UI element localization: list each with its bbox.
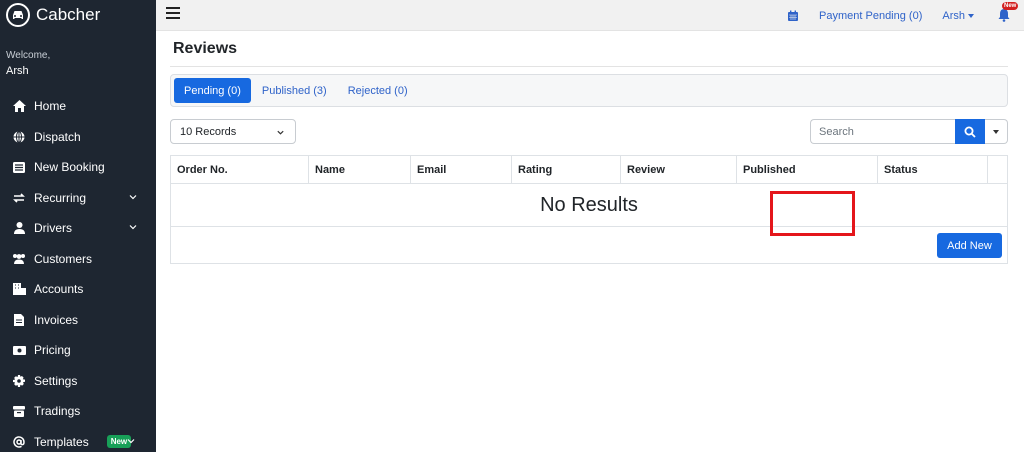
sidebar-item-label: Pricing	[34, 343, 71, 358]
box-icon	[12, 404, 26, 418]
sidebar-item-label: Tradings	[34, 404, 81, 419]
add-new-button[interactable]: Add New	[937, 233, 1002, 258]
sidebar-item-new-booking[interactable]: New Booking	[0, 152, 156, 183]
topbar-actions: Payment Pending (0) Arsh New	[787, 0, 1019, 31]
search-group	[810, 119, 1008, 144]
globe-icon	[12, 130, 26, 144]
tab-published[interactable]: Published (3)	[252, 78, 337, 103]
chevron-down-icon	[129, 225, 137, 230]
column-header-email[interactable]: Email	[411, 156, 512, 183]
caret-down-icon	[968, 13, 974, 18]
calendar-icon[interactable]	[787, 10, 799, 22]
tab-rejected[interactable]: Rejected (0)	[338, 78, 418, 103]
sidebar-item-accounts[interactable]: Accounts	[0, 274, 156, 305]
search-input[interactable]	[810, 119, 955, 144]
sidebar-item-dispatch[interactable]: Dispatch	[0, 122, 156, 153]
user-menu-label: Arsh	[942, 9, 965, 22]
sidebar-item-invoices[interactable]: Invoices	[0, 305, 156, 336]
sidebar-item-customers[interactable]: Customers	[0, 244, 156, 275]
sidebar: Cabcher Welcome, Arsh Home Dispatch New …	[0, 0, 156, 452]
sidebar-item-label: Recurring	[34, 190, 87, 205]
chevron-down-icon	[277, 130, 284, 135]
notifications[interactable]: New	[998, 1, 1019, 24]
caret-down-icon	[993, 129, 999, 134]
brand[interactable]: Cabcher	[0, 0, 156, 30]
sidebar-item-label: Templates	[34, 434, 89, 449]
car-logo-icon	[6, 3, 30, 27]
sidebar-item-home[interactable]: Home	[0, 91, 156, 122]
reviews-table: Order No. Name Email Rating Review Publi…	[170, 155, 1008, 264]
gear-icon	[12, 374, 26, 388]
file-icon	[12, 313, 26, 327]
page-title: Reviews	[173, 40, 238, 57]
column-header-order-no[interactable]: Order No.	[171, 156, 309, 183]
table-header-row: Order No. Name Email Rating Review Publi…	[171, 156, 1007, 184]
sidebar-item-drivers[interactable]: Drivers	[0, 213, 156, 244]
repeat-icon	[12, 191, 26, 205]
sidebar-item-tradings[interactable]: Tradings	[0, 396, 156, 427]
sidebar-item-recurring[interactable]: Recurring	[0, 183, 156, 214]
empty-state: No Results	[171, 184, 1007, 227]
home-icon	[12, 99, 26, 113]
money-icon	[12, 343, 26, 357]
sidebar-item-label: Settings	[34, 373, 78, 388]
sidebar-item-templates[interactable]: Templates New	[0, 427, 156, 452]
column-header-rating[interactable]: Rating	[512, 156, 621, 183]
building-icon	[12, 282, 26, 296]
sidebar-item-label: Dispatch	[34, 129, 81, 144]
chevron-down-icon	[129, 194, 137, 199]
chevron-down-icon	[127, 438, 135, 443]
tab-pending[interactable]: Pending (0)	[174, 78, 251, 103]
main-content: Reviews Pending (0) Published (3) Reject…	[156, 31, 1024, 452]
table-footer: Add New	[171, 227, 1007, 263]
hamburger-menu-icon[interactable]	[165, 5, 181, 21]
search-options-dropdown[interactable]	[985, 119, 1008, 144]
search-icon	[964, 126, 976, 138]
user-icon	[12, 221, 26, 235]
bell-icon	[998, 8, 1010, 22]
user-menu[interactable]: Arsh	[942, 10, 974, 22]
tabs-bar: Pending (0) Published (3) Rejected (0)	[170, 74, 1008, 107]
brand-name: Cabcher	[36, 5, 101, 24]
at-icon	[12, 435, 26, 449]
sidebar-item-label: Drivers	[34, 221, 72, 236]
notification-badge: New	[1002, 1, 1019, 10]
payment-pending-link[interactable]: Payment Pending (0)	[819, 10, 922, 22]
sidebar-item-label: Accounts	[34, 282, 84, 297]
sidebar-item-label: Invoices	[34, 312, 79, 327]
sidebar-item-label: Home	[34, 99, 67, 114]
column-header-actions	[988, 156, 1007, 183]
users-icon	[12, 252, 26, 266]
sidebar-username: Arsh	[6, 65, 29, 77]
column-header-review[interactable]: Review	[621, 156, 737, 183]
column-header-published[interactable]: Published	[737, 156, 878, 183]
search-button[interactable]	[955, 119, 985, 144]
sidebar-item-label: New Booking	[34, 160, 105, 175]
records-select-value: 10 Records	[180, 125, 237, 138]
sidebar-nav: Home Dispatch New Booking Recurring Driv…	[0, 91, 156, 452]
sidebar-item-label: Customers	[34, 251, 93, 266]
sidebar-item-pricing[interactable]: Pricing	[0, 335, 156, 366]
column-header-status[interactable]: Status	[878, 156, 988, 183]
topbar: Payment Pending (0) Arsh New	[156, 0, 1024, 31]
welcome-text: Welcome,	[6, 50, 51, 61]
list-icon	[12, 160, 26, 174]
divider	[170, 66, 1008, 67]
records-per-page-select[interactable]: 10 Records	[170, 119, 296, 144]
sidebar-item-settings[interactable]: Settings	[0, 366, 156, 397]
column-header-name[interactable]: Name	[309, 156, 411, 183]
